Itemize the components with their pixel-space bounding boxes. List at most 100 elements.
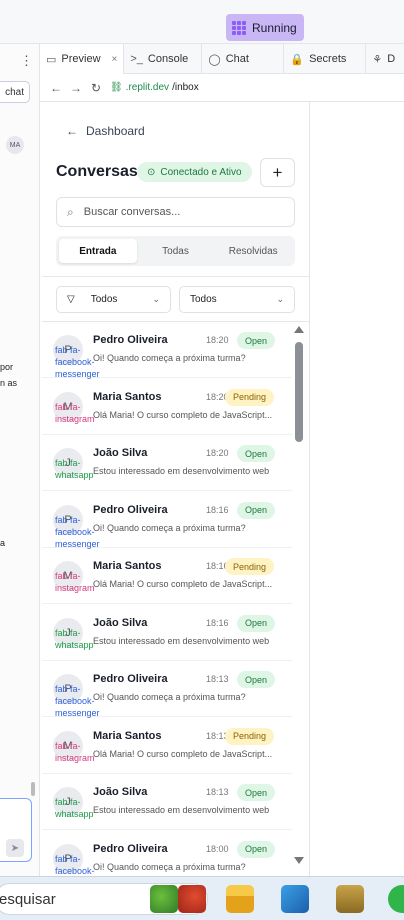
connection-status-badge: ⊙ Conectado e Ativo [137, 162, 252, 182]
status-badge: Open [237, 671, 276, 688]
reload-icon[interactable]: ↻ [86, 81, 106, 95]
status-badge: Open [237, 840, 276, 858]
message-preview: Oi! Quando começa a próxima turma? [93, 861, 246, 872]
contact-name: Maria Santos [93, 390, 162, 403]
conversation-item[interactable]: Pfab fa-facebook-messengerPedro Oliveira… [42, 661, 292, 718]
message-preview: Oi! Quando começa a próxima turma? [93, 522, 246, 533]
status-badge: Open [237, 614, 276, 632]
contact-name: João Silva [93, 447, 148, 459]
contact-name: Pedro Oliveira [93, 842, 168, 855]
conversation-item[interactable]: Mfab fa-instagram Maria Santos 18:16 Pendin… [42, 548, 292, 604]
screen: Running ⋮ chat MA por n as a ➤ ▭ Preview… [0, 0, 404, 920]
address-field[interactable]: ⛓ .replit.dev/inbox [110, 82, 199, 93]
contact-name: Pedro Oliveira [93, 334, 168, 346]
conversation-item[interactable]: Mfab fa-instagram Maria Santos 18:13 Pendin… [42, 718, 292, 774]
conversation-item[interactable]: Mfab fa-instagram Maria Santos 18:20 Pendin… [42, 379, 292, 435]
dashboard-back-link[interactable]: ← Dashboard [66, 124, 145, 138]
conversation-item[interactable]: Jfab fa-whatsapp João Silva 18:16 Open Estou… [42, 605, 292, 661]
tab-label: D [387, 53, 396, 65]
tab-database[interactable]: ⚘ D [366, 44, 401, 74]
more-options-icon[interactable]: ⋮ [20, 53, 33, 69]
package-icon[interactable] [336, 885, 364, 913]
database-icon: ⚘ [372, 53, 383, 66]
left-scrollbar[interactable] [31, 782, 35, 796]
check-circle-icon: ⊙ [147, 166, 156, 178]
monitor-icon: ▭ [46, 53, 57, 66]
add-conversation-button[interactable]: + [260, 158, 295, 187]
channel-icon: fab fa-instagram [55, 740, 95, 763]
whatsapp-icon[interactable] [388, 885, 404, 913]
tab-chat[interactable]: ◯ Chat [202, 44, 285, 74]
conversation-item[interactable]: Pfab fa-facebook-messengerPedro Oliveira… [42, 492, 292, 549]
channel-icon: fab fa-facebook-messenger [55, 853, 95, 876]
message-preview: Oi! Quando começa a próxima turma? [93, 353, 246, 363]
message-time: 18:13 [206, 674, 229, 684]
new-chat-button[interactable]: chat [0, 81, 30, 103]
preview-blank-area [310, 102, 404, 876]
message-preview: Olá Maria! O curso completo de JavaScrip… [93, 579, 273, 589]
run-label: Running [252, 20, 297, 35]
user-avatar: MA [6, 136, 24, 154]
forward-arrow-icon[interactable]: → [66, 81, 86, 95]
tab-resolvidas[interactable]: Resolvidas [214, 239, 292, 263]
top-bar: Running [0, 0, 404, 44]
scroll-down-icon[interactable] [294, 857, 304, 864]
back-link-label: Dashboard [86, 124, 145, 138]
search-icon: ⌕ [67, 204, 74, 219]
run-button[interactable]: Running [226, 14, 304, 41]
left-pane: ⋮ chat MA por n as a ➤ [0, 44, 40, 876]
message-time: 18:20 [206, 335, 229, 345]
page-title: Conversas [56, 163, 138, 180]
status-badge: Pending [225, 727, 275, 745]
tab-console[interactable]: >_ Console [124, 44, 203, 74]
status-badge: Pending [225, 388, 275, 406]
parrot-icon[interactable] [150, 885, 178, 913]
scroll-up-icon[interactable] [294, 326, 304, 333]
taskbar: esquisar [0, 876, 404, 920]
link-icon: ⛓ [110, 82, 123, 93]
arrow-left-icon: ← [66, 124, 78, 138]
contact-name: Maria Santos [93, 560, 162, 572]
tab-todas[interactable]: Todas [137, 239, 215, 263]
terminal-icon: >_ [130, 53, 143, 65]
chevron-down-icon: ⌄ [152, 294, 160, 304]
url-path: /inbox [172, 82, 199, 93]
channel-icon: fab fa-facebook-messenger [55, 514, 100, 549]
tab-secrets[interactable]: 🔒 Secrets [284, 44, 367, 74]
contact-name: Maria Santos [93, 729, 162, 742]
channel-icon: fab fa-instagram [55, 401, 95, 424]
conversation-item[interactable]: Pfab fa-facebook-messengerPedro Oliveira… [42, 831, 292, 877]
message-preview: Estou interessado em desenvolvimento web [93, 805, 270, 815]
divider [42, 276, 309, 277]
contact-name: Pedro Oliveira [93, 673, 168, 685]
message-time: 18:16 [206, 617, 229, 628]
chevron-down-icon: ⌄ [276, 294, 284, 304]
folder-icon[interactable] [226, 885, 254, 913]
chat-text-fragment: a [0, 538, 6, 548]
channel-icon: fab fa-whatsapp [55, 458, 94, 480]
message-preview: Olá Maria! O curso completo de JavaScrip… [93, 748, 273, 759]
send-icon[interactable]: ➤ [6, 839, 24, 857]
scrollbar-thumb[interactable] [295, 342, 303, 442]
url-domain: .replit.dev [125, 82, 170, 93]
back-arrow-icon[interactable]: ← [46, 81, 66, 95]
tab-preview[interactable]: ▭ Preview × [40, 44, 125, 74]
close-icon[interactable]: × [112, 54, 118, 65]
control-panel-icon[interactable] [281, 885, 309, 913]
chat-text-fragment: por [0, 362, 14, 372]
tab-bar: ▭ Preview × >_ Console ◯ Chat 🔒 Secrets … [40, 44, 404, 74]
conversation-tabs: Entrada Todas Resolvidas [56, 236, 295, 266]
chat-icon: ◯ [208, 53, 221, 66]
url-bar: ← → ↻ ⛓ .replit.dev/inbox [40, 74, 404, 102]
conversation-item[interactable]: Jfab fa-whatsapp João Silva 18:13 Open Estou… [42, 774, 292, 830]
status-badge: Open [237, 501, 276, 519]
conversation-item[interactable]: Pfab fa-facebook-messengerPedro Oliveira… [42, 322, 292, 379]
channel-filter-select[interactable]: ▽ Todos ⌄ [56, 286, 171, 313]
parrot-icon[interactable] [178, 885, 206, 913]
message-time: 18:00 [206, 843, 229, 854]
list-scrollbar[interactable] [292, 322, 306, 870]
conversation-item[interactable]: Jfab fa-whatsapp João Silva 18:20 Open Estou… [42, 435, 292, 491]
search-input[interactable]: ⌕ Buscar conversas... [56, 197, 295, 227]
status-filter-select[interactable]: Todos ⌄ [179, 286, 295, 313]
tab-entrada[interactable]: Entrada [59, 239, 137, 263]
